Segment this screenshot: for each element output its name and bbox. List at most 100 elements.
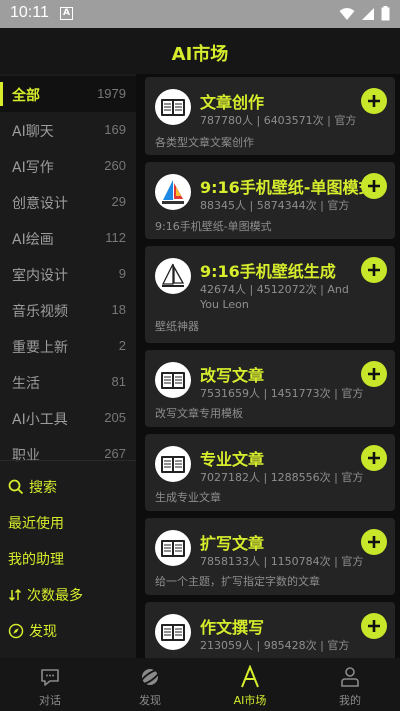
card-title: 9:16手机壁纸-单图模式	[200, 178, 375, 197]
category-count: 2	[118, 338, 126, 353]
tab-ai-market[interactable]: AI市场	[200, 658, 300, 711]
category-count: 112	[105, 230, 126, 245]
category-label: 室内设计	[12, 268, 68, 284]
add-button[interactable]	[361, 257, 387, 283]
category-count: 260	[104, 158, 126, 173]
add-button[interactable]	[361, 613, 387, 639]
add-button[interactable]	[361, 529, 387, 555]
document-icon	[155, 89, 191, 125]
sidebar-divider	[0, 460, 136, 461]
category-label: AI聊天	[12, 124, 54, 140]
tab-profile[interactable]: 我的	[300, 658, 400, 711]
page-title: AI市场	[171, 44, 229, 65]
category-item-new-releases[interactable]: 重要上新 2	[0, 328, 136, 364]
category-label: AI小工具	[12, 412, 68, 428]
assistant-card[interactable]: 文章创作 787780人 | 6403571次 | 官方 各类型文章文案创作	[145, 77, 395, 155]
category-label: 生活	[12, 376, 40, 392]
plus-icon	[368, 95, 380, 107]
discover-link[interactable]: 发现	[8, 617, 57, 645]
most-used-link[interactable]: 次数最多	[8, 581, 83, 609]
sort-arrows-icon	[8, 588, 22, 602]
tab-chat[interactable]: 对话	[0, 658, 100, 711]
assistant-card[interactable]: 9:16手机壁纸生成 42674人 | 4512072次 | And You L…	[145, 246, 395, 343]
card-title: 专业文章	[200, 450, 265, 469]
assistant-card[interactable]: 作文撰写 213059人 | 985428次 | 官方	[145, 602, 395, 658]
recent-label: 最近使用	[8, 516, 64, 532]
card-stats: 7027182人 | 1288556次 | 官方	[200, 471, 364, 484]
category-item-ai-writing[interactable]: AI写作 260	[0, 148, 136, 184]
category-count: 1979	[97, 86, 126, 101]
category-count: 29	[111, 194, 126, 209]
tab-label: 我的	[339, 694, 361, 707]
wifi-icon	[339, 7, 355, 20]
add-button[interactable]	[361, 173, 387, 199]
plus-icon	[368, 452, 380, 464]
category-label: 创意设计	[12, 196, 68, 212]
compass-icon	[8, 623, 24, 639]
document-icon	[155, 362, 191, 398]
category-item-ai-tools[interactable]: AI小工具 205	[0, 400, 136, 436]
document-icon	[155, 446, 191, 482]
add-button[interactable]	[361, 88, 387, 114]
card-stats: 7531659人 | 1451773次 | 官方	[200, 387, 364, 400]
card-stats: 88345人 | 5874344次 | 官方	[200, 199, 350, 212]
card-title: 9:16手机壁纸生成	[200, 262, 336, 281]
category-sidebar: 全部 1979 AI聊天 169 AI写作 260 创意设计 29 AI绘画 1…	[0, 74, 136, 658]
app-header: AI市场	[0, 28, 400, 74]
card-description: 生成专业文章	[155, 491, 221, 504]
card-description: 壁纸神器	[155, 320, 199, 333]
add-button[interactable]	[361, 445, 387, 471]
category-count: 9	[118, 266, 126, 281]
assistant-card[interactable]: 专业文章 7027182人 | 1288556次 | 官方 生成专业文章	[145, 434, 395, 511]
assistant-list: 文章创作 787780人 | 6403571次 | 官方 各类型文章文案创作 9…	[136, 74, 400, 658]
planet-icon	[139, 669, 161, 685]
add-button[interactable]	[361, 361, 387, 387]
clock: 10:11	[10, 4, 49, 21]
assistant-card[interactable]: 9:16手机壁纸-单图模式 88345人 | 5874344次 | 官方 9:1…	[145, 162, 395, 239]
plus-icon	[368, 536, 380, 548]
category-item-life[interactable]: 生活 81	[0, 364, 136, 400]
recent-link[interactable]: 最近使用	[8, 509, 64, 537]
search-icon	[8, 479, 24, 495]
category-item-ai-painting[interactable]: AI绘画 112	[0, 220, 136, 256]
sailboat-sketch-icon	[155, 258, 191, 294]
category-item-interior-design[interactable]: 室内设计 9	[0, 256, 136, 292]
card-description: 改写文章专用模板	[155, 407, 243, 420]
card-description: 给一个主题，扩写指定字数的文章	[155, 575, 320, 588]
card-stats: 213059人 | 985428次 | 官方	[200, 639, 350, 652]
card-title: 改写文章	[200, 366, 265, 385]
person-icon	[341, 667, 359, 687]
assistant-card[interactable]: 扩写文章 7858133人 | 1150784次 | 官方 给一个主题，扩写指定…	[145, 518, 395, 595]
card-stats: 787780人 | 6403571次 | 官方	[200, 114, 357, 127]
plus-icon	[368, 264, 380, 276]
discover-label: 发现	[29, 624, 57, 640]
chat-icon	[41, 669, 59, 686]
category-item-music-video[interactable]: 音乐视频 18	[0, 292, 136, 328]
category-count: 205	[104, 410, 126, 425]
category-count: 18	[111, 302, 126, 317]
status-bar: 10:11 A	[0, 0, 400, 28]
category-item-creative-design[interactable]: 创意设计 29	[0, 184, 136, 220]
letter-a-icon	[241, 665, 259, 688]
signal-icon	[362, 7, 374, 20]
tab-label: AI市场	[233, 694, 267, 707]
category-count: 267	[104, 446, 126, 461]
sailboat-icon	[155, 174, 191, 210]
category-item-all[interactable]: 全部 1979	[0, 76, 136, 112]
category-label: AI写作	[12, 160, 54, 176]
notification-icon: A	[60, 7, 73, 20]
my-assistant-label: 我的助理	[8, 552, 64, 568]
tab-label: 发现	[139, 694, 161, 707]
card-title: 文章创作	[200, 93, 265, 112]
card-stats: 42674人 | 4512072次 | And You Leon	[200, 283, 349, 311]
search-link[interactable]: 搜索	[8, 473, 57, 501]
category-item-career[interactable]: 职业 267	[0, 436, 136, 472]
my-assistant-link[interactable]: 我的助理	[8, 545, 64, 573]
search-label: 搜索	[29, 480, 57, 496]
tab-discover[interactable]: 发现	[100, 658, 200, 711]
category-item-ai-chat[interactable]: AI聊天 169	[0, 112, 136, 148]
category-label: 重要上新	[12, 340, 68, 356]
battery-icon	[381, 6, 390, 21]
assistant-card[interactable]: 改写文章 7531659人 | 1451773次 | 官方 改写文章专用模板	[145, 350, 395, 427]
category-count: 81	[111, 374, 126, 389]
